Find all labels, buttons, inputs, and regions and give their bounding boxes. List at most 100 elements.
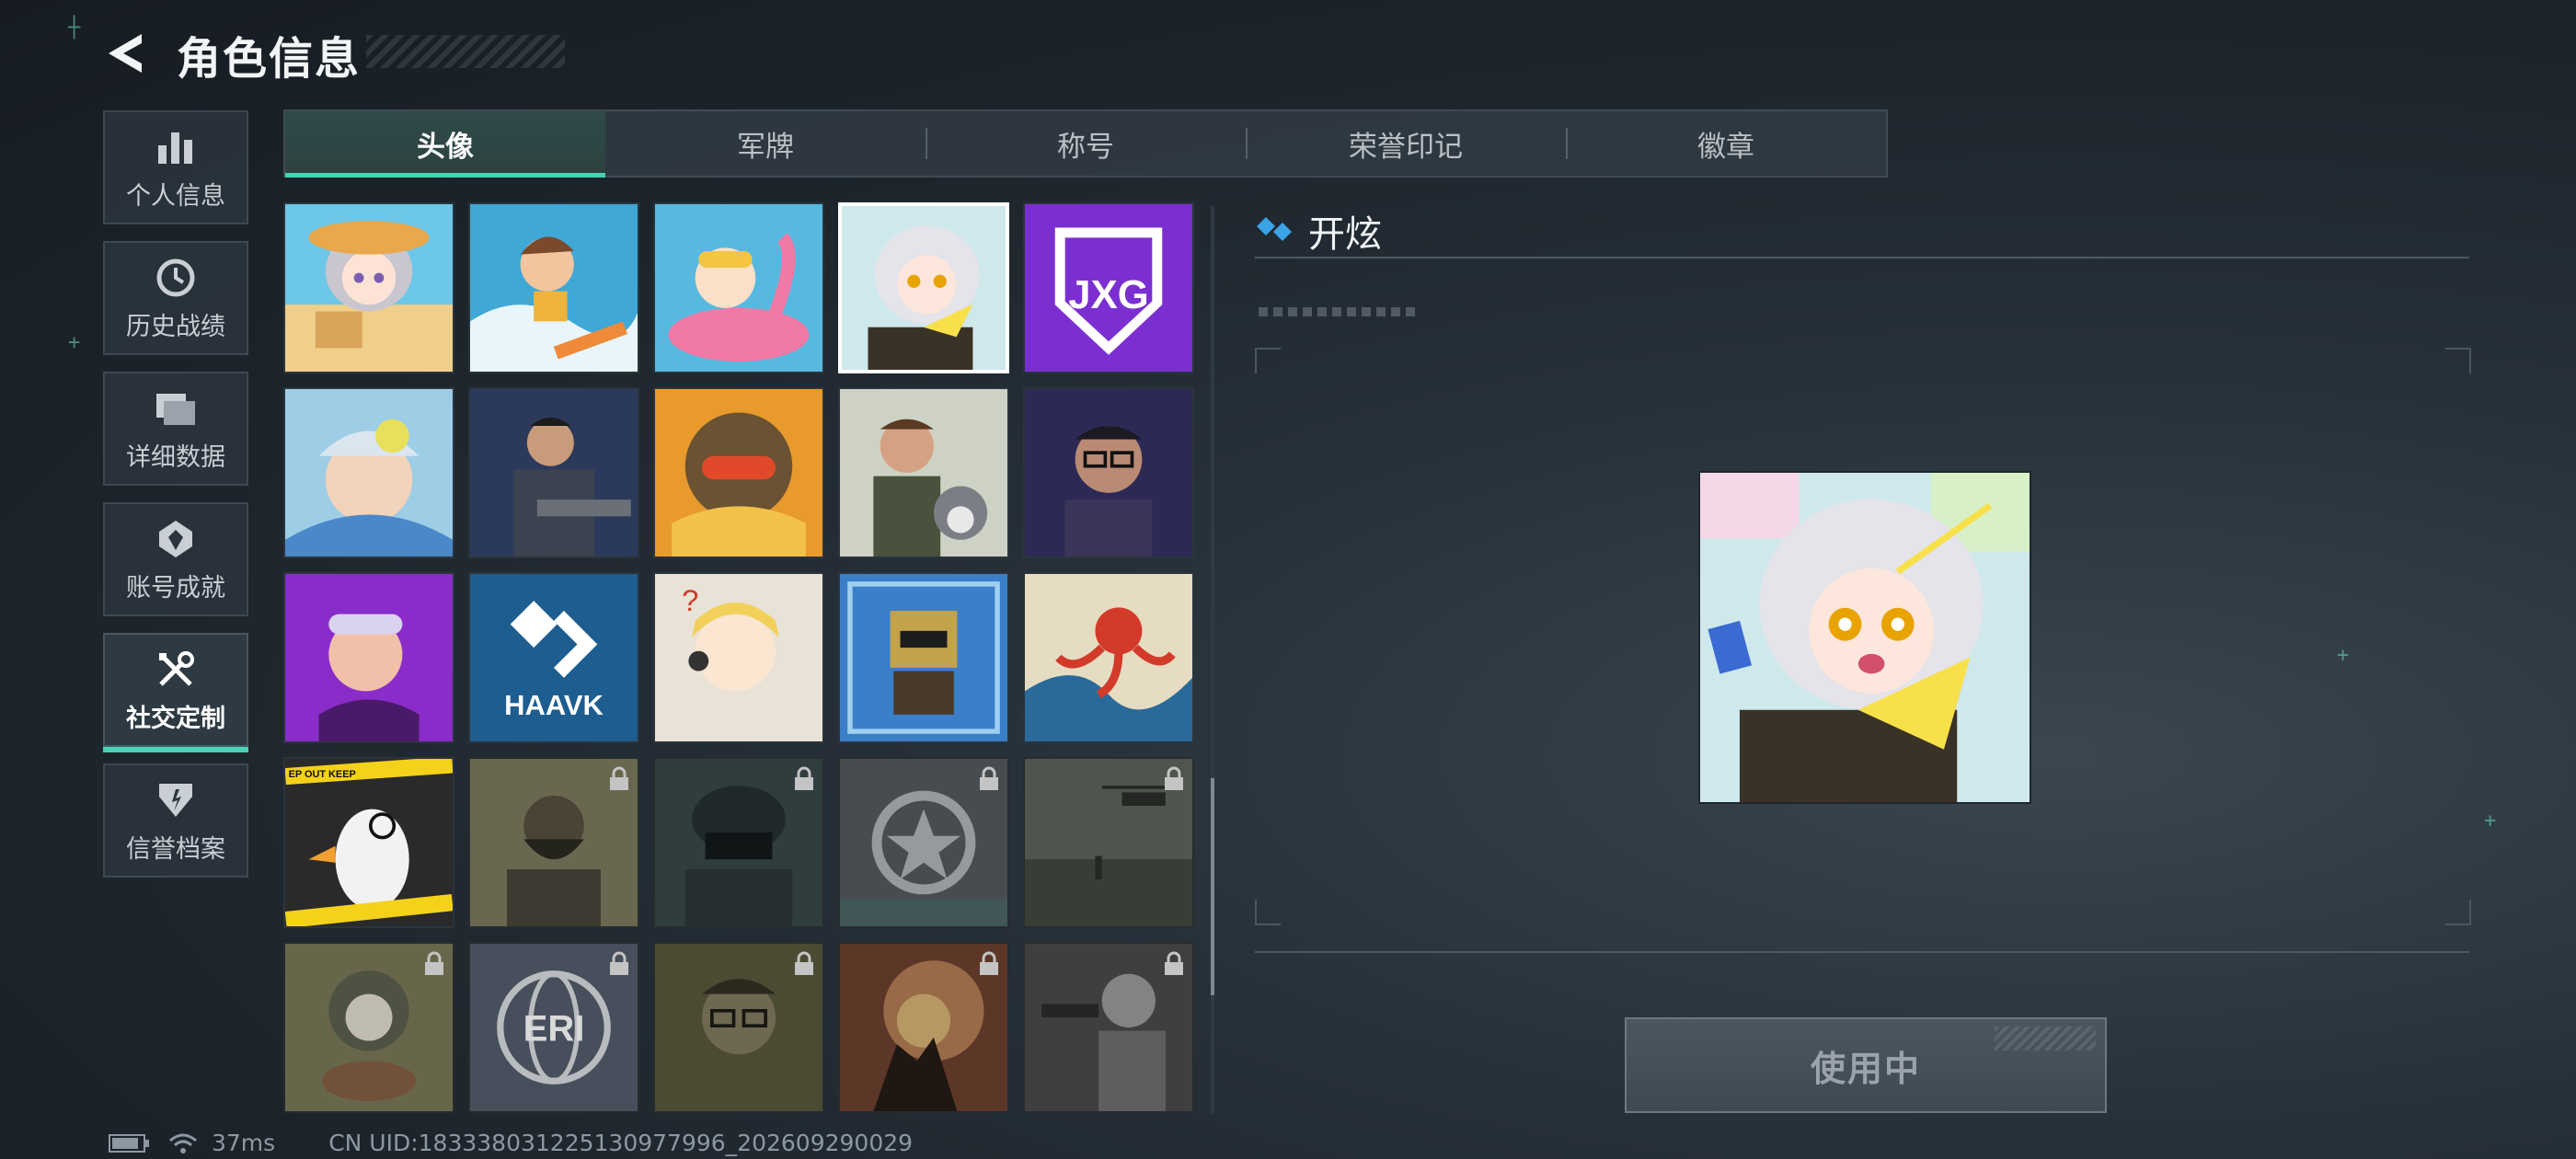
chibi-girl-crate-preview-art — [1700, 473, 2030, 802]
avatar-item-kid-flamingo-float[interactable] — [653, 202, 824, 373]
man-with-husky-art — [840, 389, 1007, 557]
jxg-team-logo-art: JXG — [1025, 204, 1192, 372]
avatar-item-man-with-glasses[interactable] — [1023, 387, 1194, 558]
in-use-button-label: 使用中 — [1810, 1048, 1921, 1089]
chibi-girl-sandcastle-art — [285, 204, 453, 372]
goose-with-monocle-art: EP OUT KEEP — [285, 759, 453, 926]
uid-text: CN UID:18333803122513097799​6_2026092900… — [328, 1130, 914, 1156]
avatar-item-goose-with-monocle[interactable]: EP OUT KEEP — [283, 757, 454, 928]
lock-icon — [795, 951, 813, 975]
detail-subtext-placeholder — [1259, 307, 1417, 316]
diamond-icon — [1257, 217, 1292, 241]
robot-trophy-art — [840, 574, 1007, 741]
sidebar-item-label: 个人信息 — [126, 181, 225, 211]
tab-dog-tag[interactable]: 军牌 — [605, 111, 926, 176]
background-cross-mark: + — [2484, 809, 2497, 832]
tab-honor-mark[interactable]: 荣誉印记 — [1246, 111, 1566, 176]
avatar-item-surfer-boy[interactable] — [468, 202, 639, 373]
sidebar-item-label: 账号成就 — [126, 573, 225, 602]
avatar-item-blond-chibi-headset[interactable]: ? — [653, 572, 824, 743]
avatar-item-soldier-aiming-pistol[interactable] — [1023, 942, 1194, 1113]
clock-history-icon — [153, 255, 199, 301]
lock-icon — [1165, 766, 1183, 790]
avatar-item-jxg-team-logo[interactable]: JXG — [1023, 202, 1194, 373]
sidebar-item-label: 详细数据 — [126, 442, 225, 472]
in-use-button[interactable]: 使用中 — [1625, 1017, 2107, 1113]
sidebar-item-details[interactable]: 详细数据 — [103, 372, 248, 486]
frame-corner — [1255, 348, 1281, 373]
tribal-mask-warrior-art — [655, 389, 822, 557]
avatar-item-woman-with-bird[interactable] — [283, 387, 454, 558]
avatar-item-man-with-husky[interactable] — [838, 387, 1009, 558]
tab-title[interactable]: 称号 — [926, 111, 1246, 176]
sidebar-item-credit-record[interactable]: 信誉档案 — [103, 763, 248, 878]
avatar-item-soldier-with-rifle[interactable] — [468, 387, 639, 558]
haavk-logo-text: HAAVK — [504, 689, 604, 721]
surfer-boy-art — [470, 204, 638, 372]
wifi-icon — [169, 1133, 197, 1153]
sidebar-item-label: 历史战绩 — [126, 312, 225, 341]
avatar-item-bearded-operator[interactable] — [468, 757, 639, 928]
jxg-logo-text: JXG — [1068, 272, 1148, 317]
detail-title: 开炫 — [1255, 204, 1382, 258]
avatar-item-chibi-girl-crate[interactable] — [838, 202, 1009, 373]
folders-icon — [153, 385, 199, 431]
blond-chibi-headset-art: ? — [655, 574, 822, 741]
detail-divider — [1255, 257, 2469, 258]
page-title: 角色信息 — [177, 33, 362, 85]
sidebar-item-social-custom[interactable]: 社交定制 — [103, 633, 248, 752]
frame-corner — [2445, 900, 2471, 925]
lock-icon — [610, 951, 628, 975]
wrench-screwdriver-icon — [153, 647, 199, 693]
category-tabs: 头像 军牌 称号 荣誉印记 徽章 — [283, 109, 1888, 178]
ping-text: 37ms — [212, 1130, 276, 1156]
avatar-item-helicopter-field[interactable] — [1023, 757, 1194, 928]
sidebar-item-achievements[interactable]: 账号成就 — [103, 502, 248, 616]
lock-icon — [610, 766, 628, 790]
avatar-item-eri-globe-logo[interactable]: ERI — [468, 942, 639, 1113]
svg-text:?: ? — [682, 583, 698, 617]
avatar-item-tribal-mask-warrior[interactable] — [653, 387, 824, 558]
avatar-item-man-glasses-portrait[interactable] — [653, 942, 824, 1113]
frame-corner — [2445, 348, 2471, 373]
sidebar-item-personal-info[interactable]: 个人信息 — [103, 110, 248, 224]
back-button[interactable] — [99, 24, 155, 83]
avatar-item-chibi-girl-sandcastle[interactable] — [283, 202, 454, 373]
eri-logo-text: ERI — [523, 1009, 585, 1050]
button-decoration — [1995, 1027, 2096, 1050]
woman-purple-goggles-art — [285, 574, 453, 741]
avatar-grid-scrollbar-thumb[interactable] — [1211, 778, 1214, 995]
avatar-item-star-emblem[interactable] — [838, 757, 1009, 928]
haavk-team-logo-art: HAAVK — [470, 574, 638, 741]
credit-shield-icon — [153, 777, 199, 823]
title-decoration — [366, 35, 565, 68]
sidebar-item-label: 社交定制 — [126, 704, 225, 733]
avatar-item-red-octopus-wave[interactable] — [1023, 572, 1194, 743]
detail-title-text: 开炫 — [1308, 213, 1382, 256]
background-cross-mark: ┼ — [68, 17, 81, 40]
avatar-item-woman-purple-goggles[interactable] — [283, 572, 454, 743]
lock-icon — [980, 766, 998, 790]
tab-badge[interactable]: 徽章 — [1566, 111, 1886, 176]
background-cross-mark: + — [68, 331, 81, 354]
avatar-item-robot-trophy[interactable] — [838, 572, 1009, 743]
sidebar-item-label: 信誉档案 — [126, 834, 225, 864]
lock-icon — [1165, 951, 1183, 975]
detail-bottom-divider — [1255, 951, 2469, 953]
bar-chart-icon — [153, 124, 199, 170]
kid-flamingo-float-art — [655, 204, 822, 372]
selected-avatar-preview — [1698, 471, 2031, 804]
woman-with-bird-art — [285, 389, 453, 557]
soldier-with-rifle-art — [470, 389, 638, 557]
avatar-item-armored-cat-eating[interactable] — [283, 942, 454, 1113]
sidebar: 个人信息 历史战绩 详细数据 账号成就 社交定制 信誉档案 — [103, 110, 250, 894]
sidebar-item-history[interactable]: 历史战绩 — [103, 241, 248, 355]
goose-tape-text: EP OUT KEEP — [289, 769, 356, 780]
avatar-item-helmeted-soldier[interactable] — [653, 757, 824, 928]
tab-avatar[interactable]: 头像 — [285, 111, 605, 178]
man-with-glasses-art — [1025, 389, 1192, 557]
red-octopus-wave-art — [1025, 574, 1192, 741]
avatar-item-haavk-team-logo[interactable]: HAAVK — [468, 572, 639, 743]
battery-icon — [109, 1133, 149, 1153]
avatar-item-explosion-silhouette[interactable] — [838, 942, 1009, 1113]
